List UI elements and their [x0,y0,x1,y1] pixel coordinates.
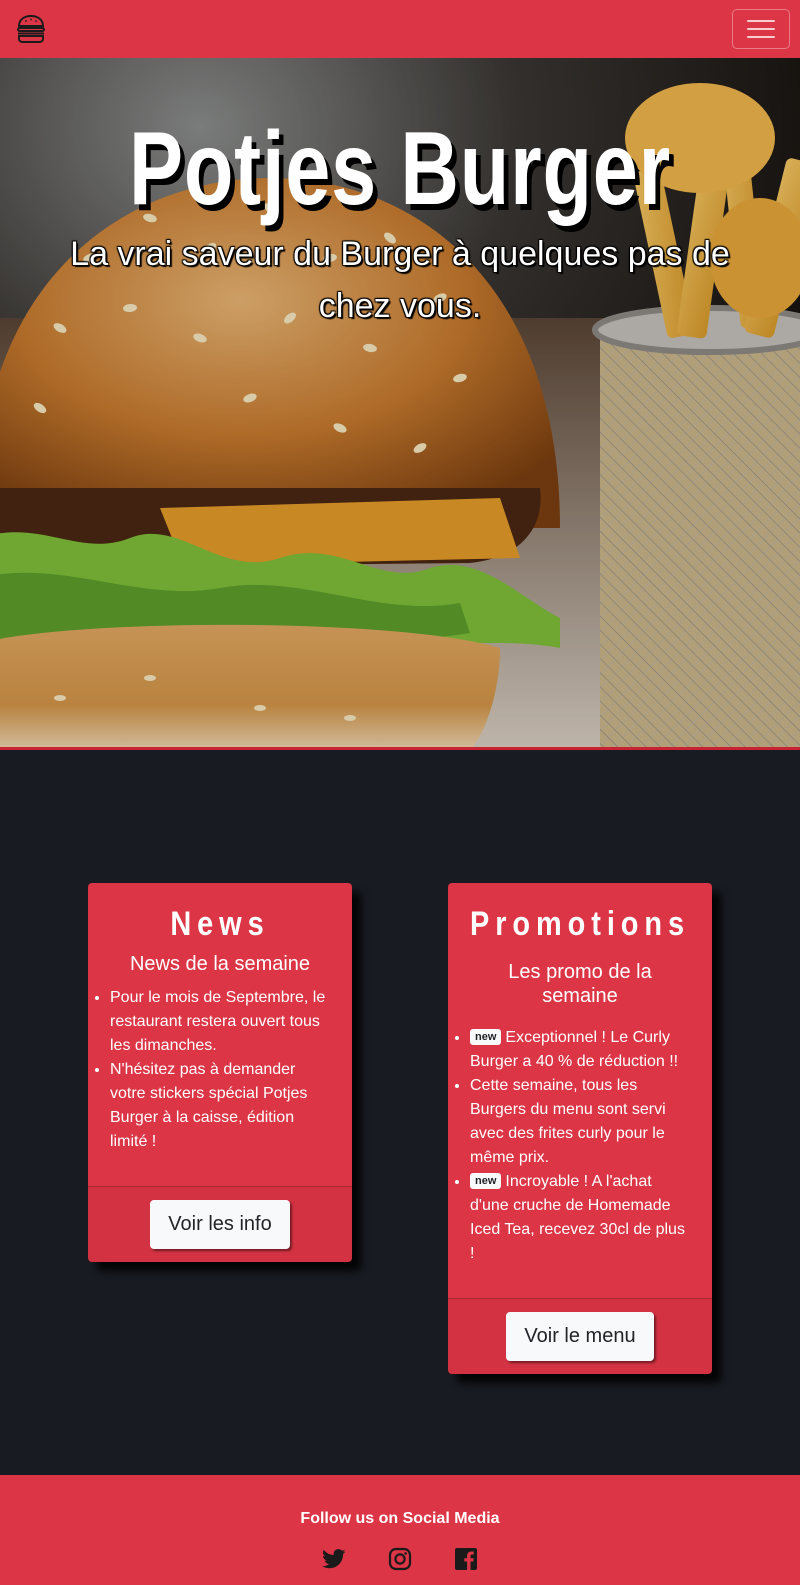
promotions-subtitle: Les promo de la semaine [508,961,652,1007]
news-card: News News de la semaine Pour le mois de … [88,883,352,1262]
hero-title: Potjes Burger [128,111,672,227]
hero-banner: Potjes Burger La vrai saveur du Burger à… [0,58,800,750]
promo-text: Incroyable ! A l'achat d'une cruche de H… [470,1173,685,1262]
list-item: N'hésitez pas à demander votre stickers … [110,1058,332,1154]
promotions-card: Promotions Les promo de la semaine newEx… [448,883,712,1374]
new-badge: new [470,1173,502,1189]
promotions-list: newExceptionnel ! Le Curly Burger a 40 %… [448,1026,712,1266]
social-links [0,1547,800,1571]
hamburger-menu-icon[interactable] [732,9,790,49]
hero-subtitle: La vrai saveur du Burger à quelques pas … [70,235,730,325]
promotions-card-footer: Voir le menu [448,1298,712,1374]
list-item: newIncroyable ! A l'achat d'une cruche d… [470,1170,692,1266]
footer: Follow us on Social Media [0,1475,800,1585]
news-title: News [170,905,270,943]
list-item: Cette semaine, tous les Burgers du menu … [470,1074,692,1170]
promo-text: Cette semaine, tous les Burgers du menu … [470,1077,666,1166]
navbar [0,0,800,58]
news-subtitle: News de la semaine [129,953,311,975]
instagram-icon[interactable] [388,1547,412,1571]
news-card-footer: Voir les info [88,1186,352,1262]
voir-les-info-button[interactable]: Voir les info [150,1200,290,1249]
voir-le-menu-button[interactable]: Voir le menu [506,1312,654,1361]
new-badge: new [470,1029,502,1045]
twitter-icon[interactable] [322,1547,346,1571]
facebook-icon[interactable] [454,1547,478,1571]
list-item: newExceptionnel ! Le Curly Burger a 40 %… [470,1026,692,1074]
promo-text: Exceptionnel ! Le Curly Burger a 40 % de… [470,1029,679,1070]
footer-title: Follow us on Social Media [300,1510,500,1527]
list-item: Pour le mois de Septembre, le restaurant… [110,986,332,1058]
promotions-title: Promotions [469,905,691,943]
news-list: Pour le mois de Septembre, le restaurant… [88,986,352,1154]
burger-icon[interactable] [14,12,48,46]
